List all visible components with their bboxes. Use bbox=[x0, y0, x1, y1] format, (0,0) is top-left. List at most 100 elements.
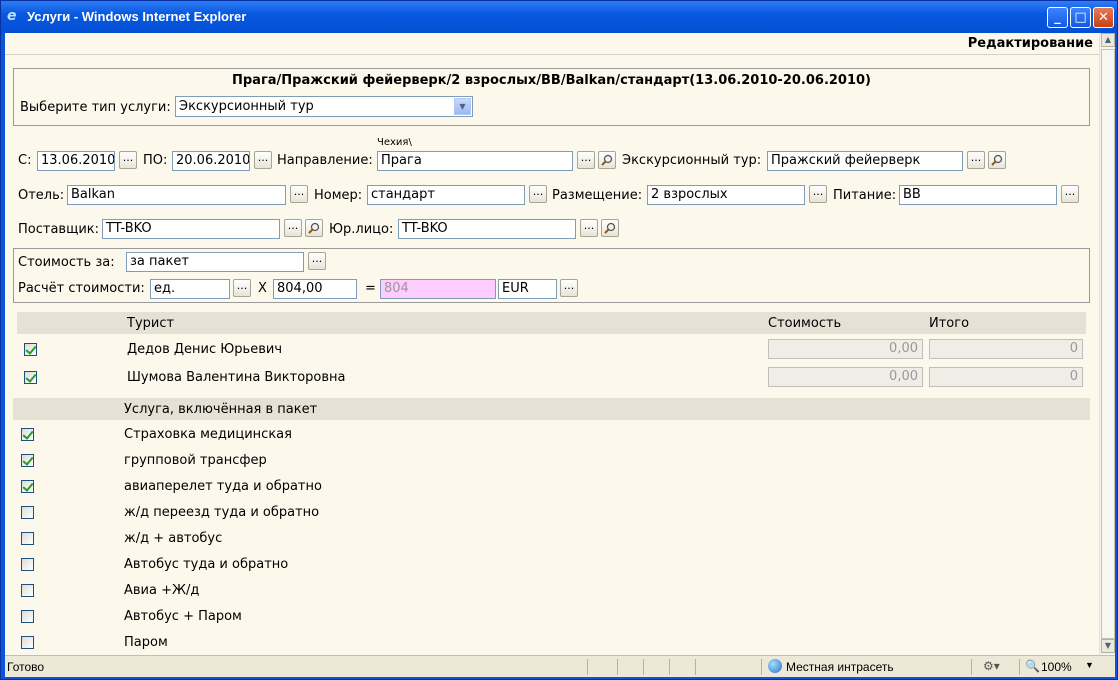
table-row: Шумова Валентина Викторовна 0,00 0 bbox=[17, 367, 1086, 389]
package-item-label: авиаперелет туда и обратно bbox=[124, 479, 322, 494]
package-column-header: Услуга, включённая в пакет bbox=[124, 402, 318, 417]
cost-unit-input[interactable]: ед. bbox=[150, 279, 230, 299]
package-item-checkbox[interactable] bbox=[21, 558, 34, 571]
tourist-cost-input: 0,00 bbox=[768, 367, 923, 387]
legal-entity-select-button[interactable]: ... bbox=[580, 219, 598, 237]
security-zone: Местная интрасеть bbox=[786, 660, 894, 674]
package-item-label: Паром bbox=[124, 635, 168, 650]
date-from-input[interactable]: 13.06.2010 bbox=[37, 151, 115, 171]
table-row: Дедов Денис Юрьевич 0,00 0 bbox=[17, 339, 1086, 361]
search-icon bbox=[308, 222, 320, 234]
tourist-checkbox[interactable] bbox=[24, 371, 37, 384]
accommodation-select-button[interactable]: ... bbox=[809, 185, 827, 203]
direction-input[interactable]: Прага bbox=[377, 151, 573, 171]
supplier-input[interactable]: TT-BKO bbox=[102, 219, 280, 239]
tourist-checkbox[interactable] bbox=[24, 343, 37, 356]
package-item-checkbox[interactable] bbox=[21, 506, 34, 519]
package-item-checkbox[interactable] bbox=[21, 584, 34, 597]
list-item: Паром bbox=[17, 634, 1086, 654]
scroll-down-icon[interactable]: ▼ bbox=[1101, 639, 1115, 653]
zoom-dropdown-icon[interactable]: ▼ bbox=[1085, 660, 1094, 670]
room-select-button[interactable]: ... bbox=[529, 185, 547, 203]
room-input[interactable]: стандарт bbox=[367, 185, 525, 205]
service-header-box: Прага/Пражский фейерверк/2 взрослых/BB/B… bbox=[13, 68, 1090, 126]
package-item-checkbox[interactable] bbox=[21, 636, 34, 649]
page-content: Редактирование ▲ ▼ Прага/Пражский фейерв… bbox=[5, 33, 1115, 655]
date-to-picker-button[interactable]: ... bbox=[254, 151, 272, 169]
tour-search-button[interactable] bbox=[988, 151, 1006, 169]
date-from-picker-button[interactable]: ... bbox=[119, 151, 137, 169]
direction-search-button[interactable] bbox=[598, 151, 616, 169]
cost-box: Стоимость за: за пакет ... Расчёт стоимо… bbox=[13, 248, 1090, 303]
package-item-checkbox[interactable] bbox=[21, 532, 34, 545]
search-icon bbox=[601, 154, 613, 166]
zoom-level[interactable]: 100% bbox=[1041, 660, 1072, 674]
service-type-value: Экскурсионный тур bbox=[179, 99, 314, 114]
cost-for-input[interactable]: за пакет bbox=[126, 252, 304, 272]
status-bar: Готово Местная интрасеть ⚙▾ 🔍 100% ▼ bbox=[5, 655, 1115, 677]
accommodation-label: Размещение: bbox=[552, 188, 643, 203]
hotel-label: Отель: bbox=[18, 188, 65, 203]
cost-for-select-button[interactable]: ... bbox=[308, 252, 326, 270]
meal-input[interactable]: BB bbox=[899, 185, 1057, 205]
chevron-down-icon[interactable]: ▼ bbox=[454, 98, 471, 115]
list-item: Авиа +Ж/д bbox=[17, 582, 1086, 602]
cost-price-input[interactable]: 804,00 bbox=[273, 279, 357, 299]
tour-label: Экскурсионный тур: bbox=[622, 153, 762, 168]
zoom-icon[interactable]: 🔍 bbox=[1025, 659, 1040, 673]
direction-select-button[interactable]: ... bbox=[577, 151, 595, 169]
direction-label: Направление: bbox=[277, 153, 373, 168]
cost-unit-select-button[interactable]: ... bbox=[233, 279, 251, 297]
tourist-column-header: Турист bbox=[127, 316, 175, 331]
tour-select-button[interactable]: ... bbox=[967, 151, 985, 169]
meal-label: Питание: bbox=[833, 188, 897, 203]
supplier-label: Поставщик: bbox=[18, 222, 100, 237]
package-item-label: Авиа +Ж/д bbox=[124, 583, 200, 598]
minimize-button[interactable]: _ bbox=[1047, 7, 1068, 28]
package-item-label: ж/д + автобус bbox=[124, 531, 223, 546]
package-item-checkbox[interactable] bbox=[21, 428, 34, 441]
equals-sign: = bbox=[365, 281, 376, 296]
search-icon bbox=[604, 222, 616, 234]
page-title: Прага/Пражский фейерверк/2 взрослых/BB/B… bbox=[232, 73, 871, 88]
currency-input[interactable]: EUR bbox=[498, 279, 557, 299]
supplier-search-button[interactable] bbox=[305, 219, 323, 237]
list-item: Автобус + Паром bbox=[17, 608, 1086, 628]
service-type-select[interactable]: Экскурсионный тур ▼ bbox=[175, 96, 473, 117]
list-item: Автобус туда и обратно bbox=[17, 556, 1086, 576]
legal-entity-search-button[interactable] bbox=[601, 219, 619, 237]
date-from-label: С: bbox=[18, 153, 32, 168]
tourists-header: Турист Стоимость Итого bbox=[17, 312, 1086, 334]
title-bar[interactable]: e Услуги - Windows Internet Explorer _ □… bbox=[1, 1, 1117, 33]
meal-select-button[interactable]: ... bbox=[1061, 185, 1079, 203]
ie-logo-icon: e bbox=[7, 8, 17, 24]
date-to-input[interactable]: 20.06.2010 bbox=[172, 151, 250, 171]
legal-entity-input[interactable]: TT-BKO bbox=[398, 219, 576, 239]
cost-column-header: Стоимость bbox=[768, 316, 842, 331]
list-item: ж/д + автобус bbox=[17, 530, 1086, 550]
tourist-cost-input: 0,00 bbox=[768, 339, 923, 359]
hotel-select-button[interactable]: ... bbox=[290, 185, 308, 203]
package-item-checkbox[interactable] bbox=[21, 454, 34, 467]
maximize-button[interactable]: □ bbox=[1070, 7, 1091, 28]
legal-entity-label: Юр.лицо: bbox=[329, 222, 394, 237]
protected-mode-icon[interactable]: ⚙▾ bbox=[983, 659, 1000, 673]
supplier-select-button[interactable]: ... bbox=[284, 219, 302, 237]
package-item-label: Автобус туда и обратно bbox=[124, 557, 289, 572]
cost-calc-label: Расчёт стоимости: bbox=[18, 281, 145, 296]
tourist-total-input: 0 bbox=[929, 339, 1083, 359]
list-item: авиаперелет туда и обратно bbox=[17, 478, 1086, 498]
cost-for-label: Стоимость за: bbox=[18, 255, 115, 270]
scroll-thumb[interactable] bbox=[1101, 49, 1115, 639]
close-button[interactable]: ✕ bbox=[1093, 7, 1114, 28]
package-item-checkbox[interactable] bbox=[21, 610, 34, 623]
scroll-up-icon[interactable]: ▲ bbox=[1101, 33, 1115, 47]
list-item: групповой трансфер bbox=[17, 452, 1086, 472]
tour-input[interactable]: Пражский фейерверк bbox=[767, 151, 963, 171]
vertical-scrollbar[interactable]: ▲ ▼ bbox=[1099, 33, 1115, 655]
hotel-input[interactable]: Balkan bbox=[67, 185, 286, 205]
accommodation-input[interactable]: 2 взрослых bbox=[647, 185, 805, 205]
currency-select-button[interactable]: ... bbox=[560, 279, 578, 297]
window-title: Услуги - Windows Internet Explorer bbox=[27, 9, 247, 24]
package-item-checkbox[interactable] bbox=[21, 480, 34, 493]
